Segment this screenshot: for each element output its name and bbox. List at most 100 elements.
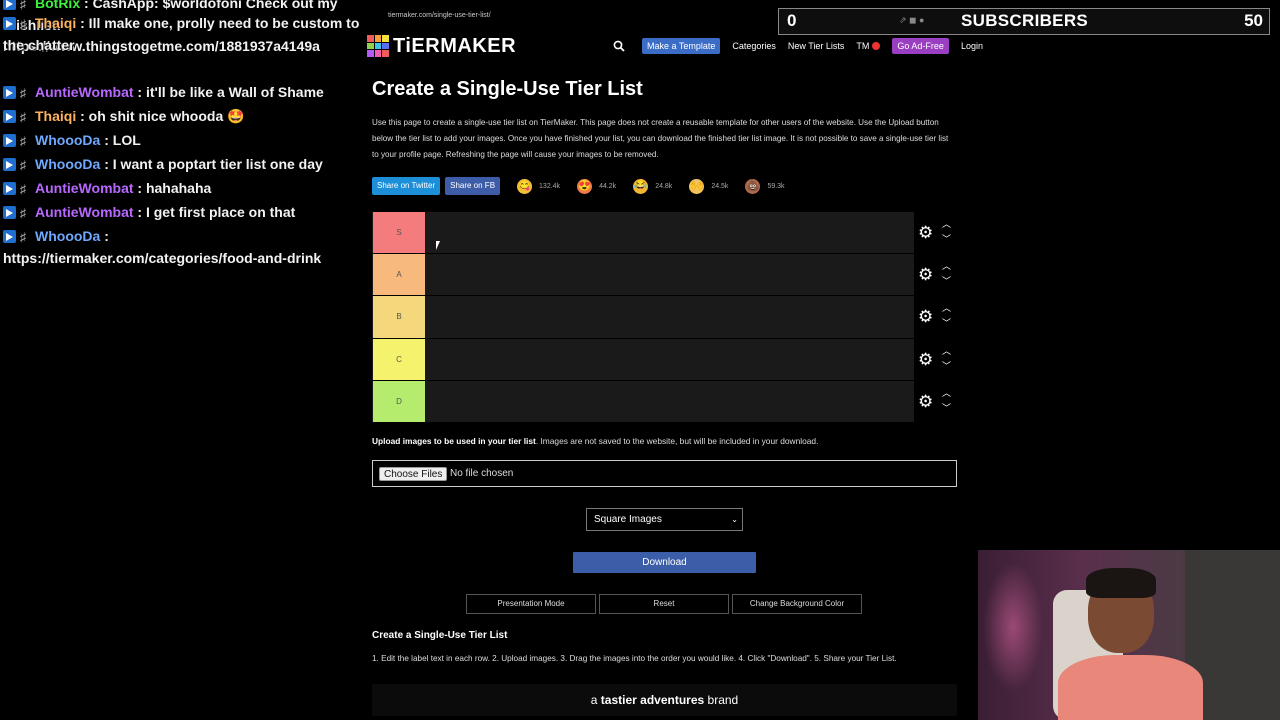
- subscriber-count: 0: [787, 11, 797, 30]
- upload-instructions-bold: Upload images to be used in your tier li…: [372, 436, 536, 446]
- steps-title: Create a Single-Use Tier List: [372, 630, 508, 641]
- badge-icon: [3, 17, 16, 30]
- gear-icon[interactable]: ⚙: [918, 393, 933, 410]
- logo-grid-icon: [367, 35, 389, 57]
- chat-username: AuntieWombat: [35, 180, 134, 196]
- tier-row[interactable]: B ⚙ ︿ ﹀: [372, 296, 957, 339]
- brand-bar[interactable]: a tastier adventures brand: [372, 684, 957, 716]
- tier-row[interactable]: A ⚙ ︿ ﹀: [372, 254, 957, 297]
- tiermaker-logo[interactable]: TiERMAKER: [367, 35, 516, 57]
- chat-username: AuntieWombat: [35, 84, 134, 100]
- reaction-emoji-icon: 😂: [633, 178, 649, 194]
- chevron-up-icon[interactable]: ︿: [942, 220, 951, 229]
- reaction-count: 59.3k: [767, 182, 785, 190]
- chevron-up-icon[interactable]: ︿: [942, 304, 951, 313]
- download-button[interactable]: Download: [573, 552, 756, 573]
- sub-badge-icon: ♯: [20, 230, 26, 244]
- brand-suffix: brand: [704, 693, 739, 707]
- tier-row[interactable]: C ⚙ ︿ ﹀: [372, 338, 957, 381]
- tier-label[interactable]: C: [373, 338, 425, 380]
- chat-username: WhoooDa: [35, 132, 101, 148]
- chevron-up-icon[interactable]: ︿: [942, 346, 951, 356]
- badge-icon: [3, 134, 16, 147]
- presentation-mode-button[interactable]: Presentation Mode: [466, 594, 596, 614]
- chat-message: ♯ WhoooDa : LOL: [3, 130, 363, 152]
- tier-label[interactable]: D: [373, 380, 425, 422]
- chat-username: WhoooDa: [35, 228, 101, 244]
- tier-row[interactable]: D ⚙ ︿ ﹀: [372, 380, 957, 423]
- chat-message: ♯ WhoooDa : I want a poptart tier list on…: [3, 154, 363, 176]
- tm-link[interactable]: TM: [856, 41, 881, 51]
- tier-controls: ⚙ ︿ ﹀: [914, 212, 957, 254]
- categories-link[interactable]: Categories: [732, 41, 776, 51]
- gear-icon[interactable]: ⚙: [918, 224, 933, 241]
- share-facebook-button[interactable]: Share on FB: [445, 177, 501, 195]
- chat-message: ♯ Thaiqi : oh shit nice whooda 🤩: [3, 106, 363, 128]
- login-link[interactable]: Login: [961, 41, 983, 51]
- badge-icon: [3, 110, 16, 123]
- new-tier-lists-link[interactable]: New Tier Lists: [788, 41, 845, 51]
- reset-button[interactable]: Reset: [599, 594, 729, 614]
- share-row: Share on Twitter Share on FB 😋 132.4k 😍 44.…: [372, 177, 790, 195]
- sub-badge-icon: ♯: [20, 134, 26, 148]
- overlay-icons: ⇗ ◼ ●: [899, 15, 925, 25]
- tier-label[interactable]: A: [373, 254, 425, 296]
- subscriber-goal: 50: [1244, 11, 1263, 30]
- tier-controls: ⚙ ︿ ﹀: [914, 254, 957, 296]
- file-upload-input[interactable]: Choose Files No file chosen: [372, 460, 957, 487]
- reaction-emoji-icon: 😍: [577, 178, 593, 194]
- chat-message: ♯ AuntieWombat : it'll be like a Wall of …: [3, 82, 363, 104]
- chat-message: ♯ AuntieWombat : hahahaha: [3, 178, 363, 200]
- make-template-button[interactable]: Make a Template: [642, 38, 721, 54]
- gear-icon[interactable]: ⚙: [918, 266, 933, 283]
- chat-text: : hahahaha: [137, 180, 212, 196]
- reaction-count: 132.4k: [539, 182, 561, 190]
- reaction-button[interactable]: 😋 132.4k: [517, 178, 561, 194]
- reaction-button[interactable]: 💩 59.3k: [745, 178, 785, 194]
- mouse-cursor-icon: [436, 241, 444, 250]
- page-title: Create a Single-Use Tier List: [372, 78, 643, 100]
- reaction-button[interactable]: 😂 24.8k: [633, 178, 673, 194]
- image-mode-select[interactable]: Square Images ⌄: [586, 508, 743, 531]
- reaction-count: 24.8k: [655, 182, 673, 190]
- chat-text: : oh shit nice whooda 🤩: [80, 108, 245, 124]
- brand-prefix: a: [590, 693, 601, 707]
- chat-username: BotRix: [35, 0, 81, 11]
- badge-icon: [3, 0, 16, 10]
- chevron-down-icon[interactable]: ﹀: [942, 319, 951, 328]
- steps-text: 1. Edit the label text in each row. 2. U…: [372, 654, 897, 663]
- choose-files-button[interactable]: Choose Files: [379, 467, 448, 481]
- chat-text: : LOL: [104, 132, 141, 148]
- image-mode-value: Square Images: [594, 514, 662, 525]
- chevron-down-icon[interactable]: ﹀: [942, 277, 951, 286]
- tier-controls: ⚙ ︿ ﹀: [914, 380, 957, 422]
- record-dot-icon: [872, 42, 881, 50]
- change-background-color-button[interactable]: Change Background Color: [732, 594, 862, 614]
- chevron-up-icon[interactable]: ︿: [942, 262, 951, 271]
- reaction-button[interactable]: 😍 44.2k: [577, 178, 616, 194]
- chevron-down-icon[interactable]: ﹀: [942, 235, 951, 244]
- tier-label[interactable]: S: [373, 212, 425, 254]
- tm-label: TM: [856, 41, 870, 51]
- chevron-up-icon[interactable]: ︿: [942, 388, 951, 398]
- url-text[interactable]: tiermaker.com/single-use-tier-list/: [388, 12, 491, 19]
- tier-controls: ⚙ ︿ ﹀: [914, 296, 957, 338]
- tier-row[interactable]: S ⚙ ︿ ﹀: [372, 212, 957, 255]
- search-icon[interactable]: [612, 40, 626, 52]
- gear-icon[interactable]: ⚙: [918, 351, 933, 368]
- chevron-down-icon[interactable]: ﹀: [942, 403, 951, 413]
- brand-bold: tastier adventures: [600, 693, 705, 707]
- tier-list[interactable]: S ⚙ ︿ ﹀ A ⚙ ︿ ﹀ B ⚙ ︿ ﹀ C ⚙ ︿ ﹀ D ⚙ ︿ ﹀: [372, 212, 957, 423]
- badge-icon: [3, 230, 16, 243]
- gear-icon[interactable]: ⚙: [918, 308, 933, 325]
- go-ad-free-button[interactable]: Go Ad-Free: [892, 38, 949, 54]
- chevron-down-icon[interactable]: ﹀: [942, 361, 951, 371]
- chat-username: WhoooDa: [35, 156, 101, 172]
- reaction-button[interactable]: 🙌 24.5k: [689, 178, 728, 194]
- tier-label[interactable]: B: [373, 296, 425, 338]
- share-twitter-button[interactable]: Share on Twitter: [372, 177, 441, 195]
- badge-icon: [3, 86, 16, 99]
- reaction-emoji-icon: 🙌: [689, 178, 705, 194]
- chat-text: : it'll be like a Wall of Shame: [137, 84, 324, 100]
- sub-badge-icon: ♯: [20, 206, 26, 220]
